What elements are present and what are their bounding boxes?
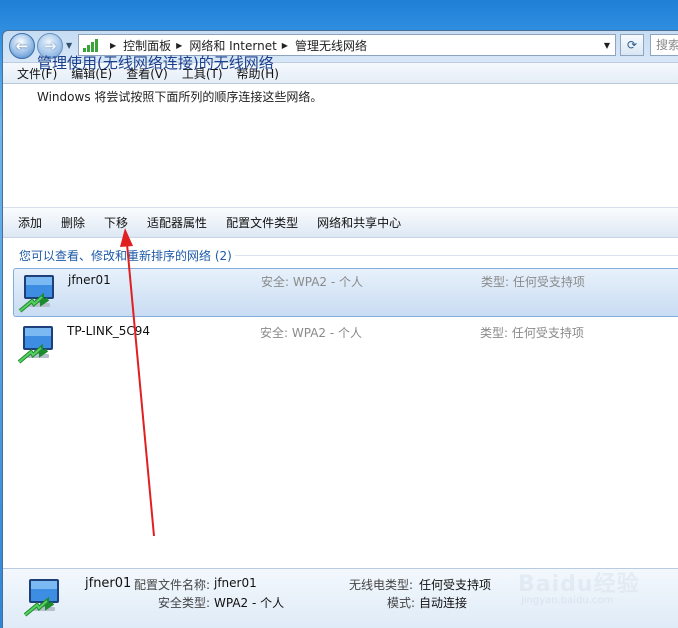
wireless-computer-icon <box>17 326 53 364</box>
network-list-item[interactable]: jfner01 安全: WPA2 - 个人 类型: 任何受支持项 <box>13 268 678 317</box>
details-network-name: jfner01 <box>85 576 132 591</box>
address-dropdown-icon[interactable]: ▼ <box>604 41 610 50</box>
network-security: 安全: WPA2 - 个人 <box>260 326 362 340</box>
network-list-item[interactable]: TP-LINK_5C94 安全: WPA2 - 个人 类型: 任何受支持项 <box>13 320 678 369</box>
network-security: 安全: WPA2 - 个人 <box>261 275 363 289</box>
move-down-button[interactable]: 下移 <box>104 214 128 231</box>
group-divider <box>235 255 678 256</box>
remove-button[interactable]: 删除 <box>61 214 85 231</box>
refresh-icon: ⟳ <box>626 38 638 52</box>
page-title: 管理使用(无线网络连接)的无线网络 <box>37 54 274 72</box>
security-type-value: WPA2 - 个人 <box>214 596 285 610</box>
breadcrumb-manage-wireless[interactable]: 管理无线网络 <box>295 37 367 54</box>
network-type: 类型: 任何受支持项 <box>481 275 585 289</box>
breadcrumb-control-panel[interactable]: 控制面板 <box>123 37 171 54</box>
network-name: jfner01 <box>68 273 111 287</box>
wireless-computer-icon <box>23 579 59 617</box>
chevron-right-icon[interactable]: ▶ <box>110 41 116 50</box>
group-header[interactable]: 您可以查看、修改和重新排序的网络 (2) <box>19 247 232 264</box>
security-type-label: 安全类型: <box>158 596 211 610</box>
network-type: 类型: 任何受支持项 <box>480 326 584 340</box>
chevron-right-icon[interactable]: ▶ <box>282 41 288 50</box>
add-button[interactable]: 添加 <box>18 214 42 231</box>
network-name: TP-LINK_5C94 <box>67 324 150 338</box>
profile-name-value: jfner01 <box>214 576 257 590</box>
mode-value: 自动连接 <box>419 596 468 610</box>
details-pane: jfner01 配置文件名称: jfner01 安全类型: WPA2 - 个人 … <box>3 568 678 628</box>
network-sharing-center-button[interactable]: 网络和共享中心 <box>317 214 401 231</box>
chevron-right-icon[interactable]: ▶ <box>176 41 182 50</box>
mode-label: 模式: <box>387 596 416 610</box>
adapter-properties-button[interactable]: 适配器属性 <box>147 214 207 231</box>
page-description: Windows 将尝试按照下面所列的顺序连接这些网络。 <box>37 90 323 104</box>
search-input[interactable]: 搜索 <box>650 34 678 56</box>
profile-type-button[interactable]: 配置文件类型 <box>226 214 298 231</box>
refresh-button[interactable]: ⟳ <box>620 34 644 56</box>
radio-type-label: 无线电类型: <box>349 578 414 592</box>
back-button[interactable]: ← <box>9 33 35 59</box>
wireless-computer-icon <box>18 275 54 313</box>
breadcrumb-network-internet[interactable]: 网络和 Internet <box>189 37 276 54</box>
network-icon <box>83 38 101 52</box>
command-bar: 添加 删除 下移 适配器属性 配置文件类型 网络和共享中心 <box>3 207 678 238</box>
profile-name-label: 配置文件名称: <box>134 578 211 592</box>
radio-type-value: 任何受支持项 <box>419 578 492 592</box>
recent-pages-dropdown-icon[interactable]: ▼ <box>66 41 72 50</box>
